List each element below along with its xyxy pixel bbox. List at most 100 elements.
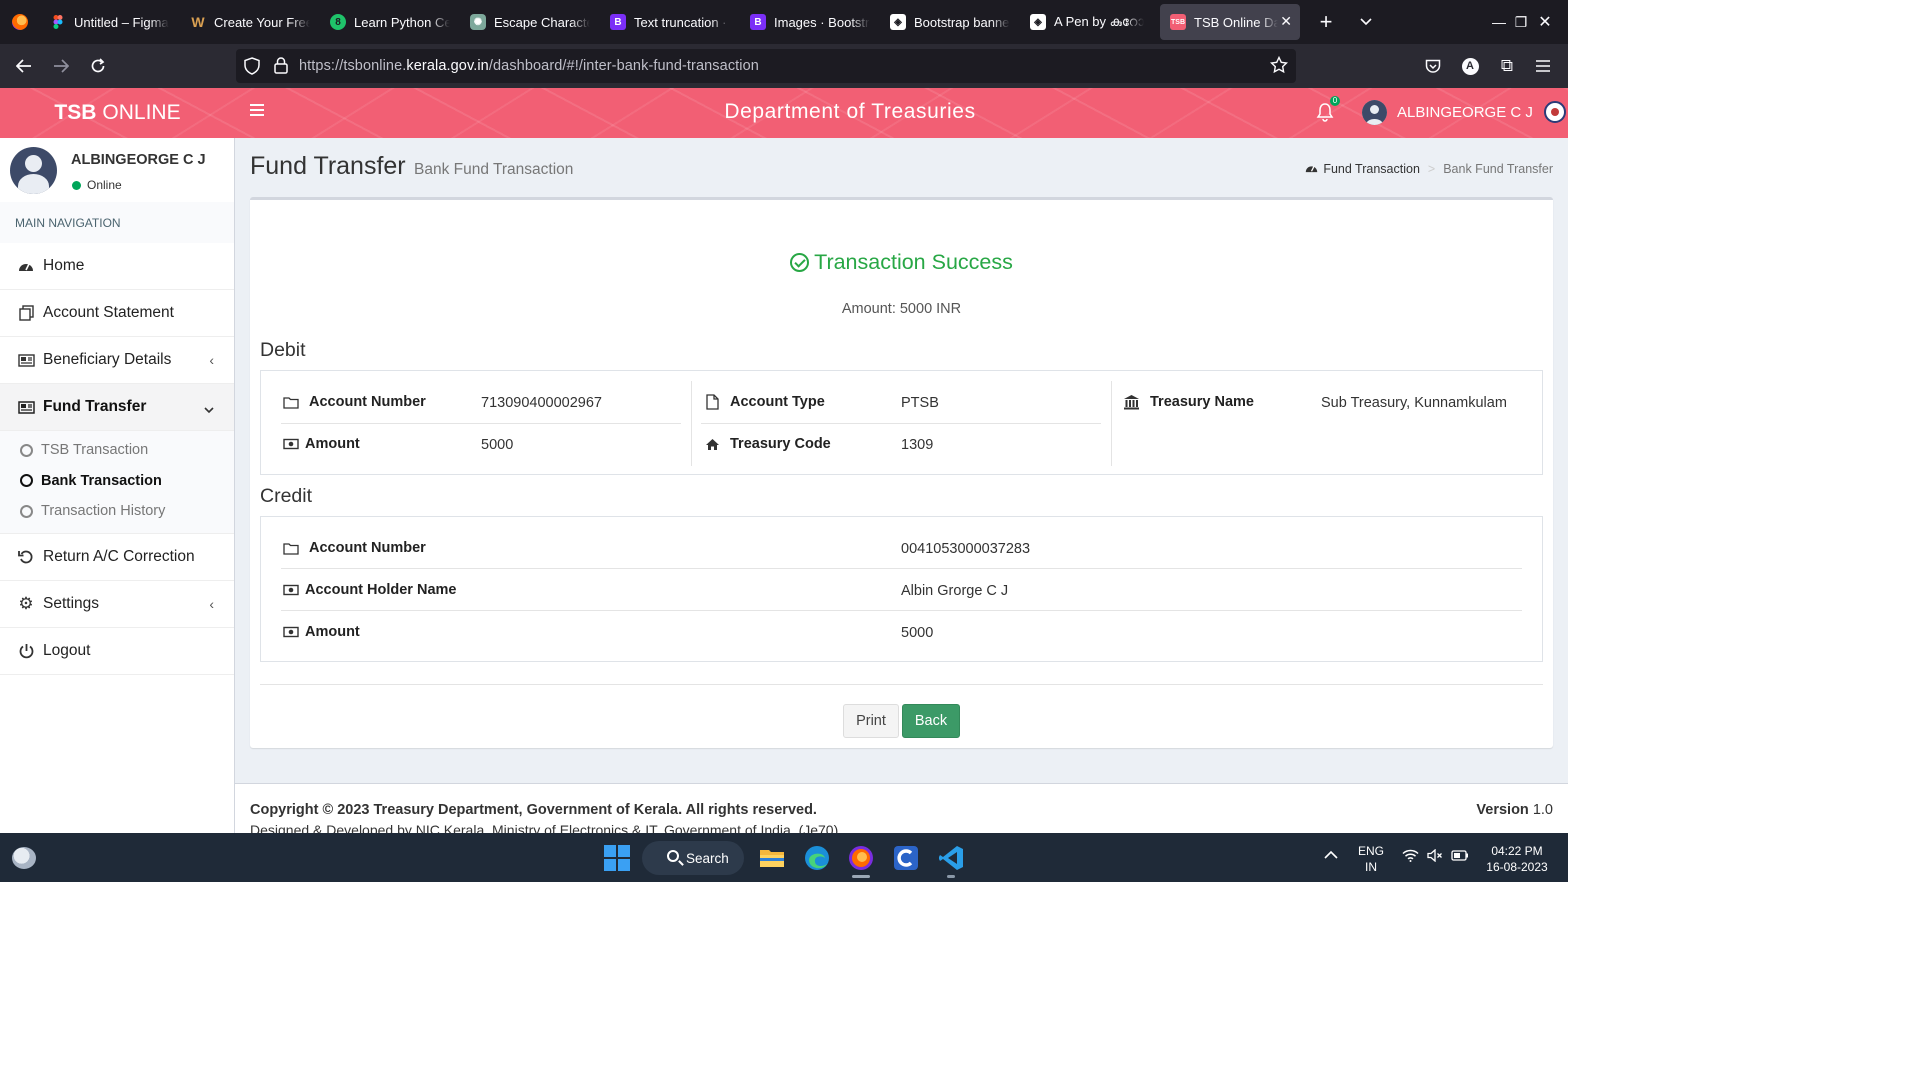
close-window-icon[interactable]: ✕ (1522, 0, 1568, 44)
power-icon (17, 642, 35, 660)
firefox-menu-icon[interactable] (0, 0, 40, 44)
browser-tab[interactable]: B Text truncation · B (600, 4, 740, 40)
credit-account-number: 0041053000037283 (901, 541, 1031, 557)
browser-tab[interactable]: Untitled – Figma (40, 4, 180, 40)
sidebar-item-label: Logout (43, 641, 91, 659)
sidebar-user-name: ALBINGEORGE C J (71, 152, 206, 168)
tab-label: Images · Bootstra (774, 14, 870, 30)
taskbar: Search ENG IN 04:22 PM 16-08-2023 (0, 833, 1568, 882)
chevron-left-icon: ‹ (209, 595, 214, 612)
browser-tab[interactable]: ◈ A Pen by കുറോ (1020, 4, 1160, 40)
divider (281, 568, 1522, 569)
account-icon[interactable]: A (1456, 52, 1484, 80)
file-explorer-icon[interactable] (758, 844, 786, 872)
browser-tab[interactable]: W Create Your Free W (180, 4, 320, 40)
field-label: Treasury Code (730, 436, 831, 452)
avatar (1362, 100, 1387, 125)
user-menu[interactable]: ALBINGEORGE C J (1362, 100, 1533, 125)
version-label: Version (1476, 802, 1529, 818)
divider (281, 610, 1522, 611)
tracking-shield-icon[interactable] (244, 57, 260, 80)
region-code: IN (1365, 860, 1377, 874)
figma-icon (50, 14, 66, 30)
url-bar[interactable]: https://tsbonline.kerala.gov.in/dashboar… (236, 49, 1296, 83)
online-status: Online (72, 178, 122, 192)
extensions-icon[interactable]: ⧉ (1493, 52, 1521, 80)
browser-tab-active[interactable]: TSB TSB Online Das ✕ (1160, 4, 1300, 40)
bookmark-star-icon[interactable] (1269, 55, 1289, 79)
tab-label: Untitled – Figma (74, 14, 169, 30)
reload-icon[interactable] (84, 52, 112, 80)
url-text[interactable]: https://tsbonline.kerala.gov.in/dashboar… (299, 58, 759, 74)
main-menu: Home Account Statement Beneficiary Detai… (0, 243, 234, 675)
field-label: Account Holder Name (305, 582, 457, 598)
sidebar-item-logout[interactable]: Logout (0, 628, 234, 675)
taskbar-search[interactable]: Search (642, 841, 744, 875)
new-tab-icon[interactable]: + (1306, 0, 1346, 44)
tray-overflow-icon[interactable] (1324, 848, 1338, 862)
field-label: Amount (305, 624, 360, 640)
pocket-icon[interactable] (1419, 52, 1447, 80)
c-app-icon[interactable] (892, 844, 920, 872)
submenu-item-tsb-transaction[interactable]: TSB Transaction (0, 435, 234, 466)
browser-tab[interactable]: ◈ Bootstrap banner (880, 4, 1020, 40)
sidebar-item-account-statement[interactable]: Account Statement (0, 290, 234, 337)
credit-holder-label: Account Holder Name (283, 582, 456, 598)
debit-treasury-name: Sub Treasury, Kunnamkulam (1321, 395, 1507, 411)
breadcrumb-link[interactable]: Fund Transaction (1323, 162, 1420, 176)
volume-muted-icon[interactable] (1427, 848, 1443, 865)
firefox-icon[interactable] (847, 844, 875, 872)
sidebar-item-beneficiary-details[interactable]: Beneficiary Details ‹ (0, 337, 234, 384)
app-menu-icon[interactable] (1529, 52, 1557, 80)
submenu-item-bank-transaction[interactable]: Bank Transaction (0, 466, 234, 497)
version-text: Version 1.0 (1476, 802, 1553, 818)
field-label: Account Type (730, 394, 825, 410)
file-icon (704, 394, 720, 410)
sidebar-item-home[interactable]: Home (0, 243, 234, 290)
sidebar-item-return-correction[interactable]: Return A/C Correction (0, 534, 234, 581)
windows-start-icon[interactable] (604, 845, 630, 871)
weather-icon[interactable] (12, 847, 36, 869)
dashboard-icon (17, 257, 35, 275)
tab-label: Learn Python Cert (354, 14, 450, 30)
tsb-icon: TSB (1170, 14, 1186, 30)
fund-transfer-submenu: TSB Transaction Bank Transaction Transac… (0, 431, 234, 534)
language-indicator[interactable]: ENG IN (1358, 843, 1384, 875)
debit-treasury-code: 1309 (901, 437, 934, 453)
forward-arrow-icon[interactable] (47, 52, 75, 80)
credit-amount: 5000 (901, 625, 934, 641)
lock-icon[interactable] (274, 57, 288, 79)
browser-tab[interactable]: 8 Learn Python Cert (320, 4, 460, 40)
clock[interactable]: 04:22 PM 16-08-2023 (1482, 843, 1552, 875)
browser-tab[interactable]: B Images · Bootstra (740, 4, 880, 40)
divider (260, 684, 1543, 685)
credit-amount-label: Amount (283, 624, 360, 640)
edge-icon[interactable] (803, 844, 831, 872)
eye-icon[interactable] (1544, 101, 1566, 123)
back-button[interactable]: Back (902, 704, 960, 738)
browser-nav-bar: https://tsbonline.kerala.gov.in/dashboar… (0, 44, 1568, 88)
python-icon: 8 (330, 14, 346, 30)
chatgpt-icon: ✺ (470, 14, 486, 30)
browser-tab[interactable]: ✺ Escape Characters (460, 4, 600, 40)
bootstrap-icon: B (610, 14, 626, 30)
close-tab-icon[interactable]: ✕ (1280, 13, 1292, 30)
battery-icon[interactable] (1451, 850, 1469, 864)
print-button[interactable]: Print (843, 704, 899, 738)
tab-list-chevron-icon[interactable] (1346, 0, 1386, 44)
clock-time: 04:22 PM (1491, 844, 1543, 858)
gear-icon: ⚙ (18, 593, 34, 613)
divider (281, 423, 681, 424)
copyright-text: Copyright © 2023 Treasury Department, Go… (250, 802, 817, 818)
sidebar-item-settings[interactable]: ⚙ Settings ‹ (0, 581, 234, 628)
submenu-item-transaction-history[interactable]: Transaction History (0, 496, 234, 527)
vscode-icon[interactable] (937, 844, 965, 872)
money-icon (283, 624, 299, 640)
notification-badge: 0 (1330, 96, 1340, 106)
sidebar-item-fund-transfer[interactable]: Fund Transfer (0, 384, 234, 431)
content-area: Fund Transfer Bank Fund Transaction Fund… (235, 138, 1568, 833)
back-arrow-icon[interactable] (10, 52, 38, 80)
url-prefix: https://tsbonline. (299, 58, 407, 74)
submenu-item-label: TSB Transaction (41, 442, 149, 459)
wifi-icon[interactable] (1402, 849, 1419, 865)
